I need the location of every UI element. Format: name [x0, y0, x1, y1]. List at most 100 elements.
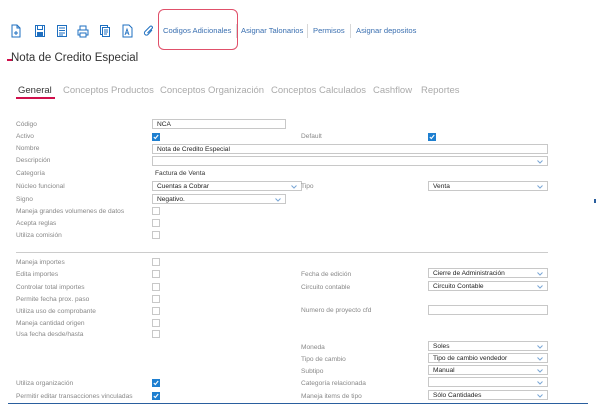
signo-select[interactable]: Negativo.: [152, 194, 286, 204]
acepta-reglas-label: Acepta reglas: [16, 220, 57, 227]
categoria-label: Categoría: [16, 170, 45, 177]
subtipo-value: Manual: [433, 367, 455, 374]
maneja-importes-label: Maneja importes: [16, 259, 65, 266]
circuito-select[interactable]: Circuito Contable: [428, 281, 548, 291]
permitir-editar-label: Permitir editar transacciones vinculadas: [16, 393, 133, 400]
attach-icon[interactable]: [143, 24, 155, 38]
nombre-label: Nombre: [16, 145, 40, 152]
acepta-reglas-checkbox[interactable]: [152, 219, 160, 227]
toolbar-divider: [236, 24, 237, 38]
maneja-importes-checkbox[interactable]: [152, 258, 160, 266]
chevron-down-icon: [537, 357, 543, 361]
chevron-down-icon: [291, 185, 297, 189]
codigo-label: Código: [16, 121, 37, 128]
tab-conceptos-organizacion[interactable]: Conceptos Organización: [160, 85, 264, 96]
asignar-talonarios-link[interactable]: Asignar Talonarios: [241, 26, 303, 35]
new-doc-icon[interactable]: [10, 24, 22, 38]
controlar-total-label: Controlar total importes: [16, 284, 85, 291]
permitir-editar-checkbox[interactable]: [152, 392, 160, 400]
nucleo-select[interactable]: Cuentas a Cobrar: [152, 181, 302, 191]
tipo-cambio-label: Tipo de cambio: [301, 356, 346, 363]
page-title: Nota de Credito Especial: [11, 52, 139, 64]
chevron-down-icon: [537, 394, 543, 398]
chevron-down-icon: [537, 369, 543, 373]
maneja-grandes-checkbox[interactable]: [152, 207, 160, 215]
activo-label: Activo: [16, 133, 34, 140]
maneja-cantidad-checkbox[interactable]: [152, 319, 160, 327]
chevron-down-icon: [537, 272, 543, 276]
fecha-edicion-select[interactable]: Cierre de Administración: [428, 268, 548, 278]
save-icon[interactable]: [34, 24, 46, 38]
default-label: Default: [301, 133, 322, 140]
usa-fecha-checkbox[interactable]: [152, 330, 160, 338]
tipo-select[interactable]: Venta: [428, 181, 548, 191]
copy-icon[interactable]: [99, 24, 111, 38]
utiliza-comision-checkbox[interactable]: [152, 231, 160, 239]
categoria-rel-select[interactable]: [428, 377, 548, 387]
codigo-input[interactable]: NCA: [152, 119, 286, 129]
nombre-input[interactable]: Nota de Credito Especial: [152, 144, 548, 154]
utiliza-comision-label: Utiliza comisión: [16, 232, 62, 239]
permite-fecha-label: Permite fecha prox. paso: [16, 296, 90, 303]
numero-proyecto-input[interactable]: [428, 305, 548, 315]
tab-reportes[interactable]: Reportes: [421, 85, 460, 96]
subtipo-select[interactable]: Manual: [428, 365, 548, 375]
signo-label: Signo: [16, 196, 33, 203]
section-divider: [16, 252, 548, 253]
tipo-value: Venta: [433, 183, 450, 190]
chevron-down-icon: [275, 198, 281, 202]
utiliza-org-checkbox[interactable]: [152, 379, 160, 387]
fecha-edicion-label: Fecha de edición: [301, 271, 352, 278]
utiliza-uso-label: Utiliza uso de comprobante: [16, 308, 96, 315]
permite-fecha-checkbox[interactable]: [152, 295, 160, 303]
utiliza-uso-checkbox[interactable]: [152, 307, 160, 315]
moneda-label: Moneda: [301, 344, 325, 351]
tab-cashflow[interactable]: Cashflow: [373, 85, 412, 96]
font-icon[interactable]: [121, 24, 133, 38]
maneja-items-label: Maneja items de tipo: [301, 393, 362, 400]
categoria-value: Factura de Venta: [155, 170, 206, 177]
maneja-cantidad-label: Maneja cantidad origen: [16, 320, 85, 327]
default-checkbox[interactable]: [428, 133, 436, 141]
chevron-down-icon: [537, 185, 543, 189]
chevron-down-icon: [537, 160, 543, 164]
moneda-value: Soles: [433, 343, 450, 350]
signo-value: Negativo.: [157, 196, 185, 203]
controlar-total-checkbox[interactable]: [152, 283, 160, 291]
bottom-edge-line: [8, 403, 588, 404]
tipo-cambio-value: Tipo de cambio vendedor: [433, 355, 508, 362]
maneja-items-value: Sólo Cantidades: [433, 392, 482, 399]
print-icon[interactable]: [77, 24, 89, 38]
circuito-value: Circuito Contable: [433, 283, 484, 290]
permisos-link[interactable]: Permisos: [313, 26, 345, 35]
tab-conceptos-calculados[interactable]: Conceptos Calculados: [271, 85, 366, 96]
toolbar-divider: [350, 24, 351, 38]
tipo-cambio-select[interactable]: Tipo de cambio vendedor: [428, 353, 548, 363]
chevron-down-icon: [537, 345, 543, 349]
tab-general[interactable]: General: [18, 85, 52, 96]
descripcion-label: Descripción: [16, 157, 51, 164]
activo-checkbox[interactable]: [152, 133, 160, 141]
fecha-edicion-value: Cierre de Administración: [433, 270, 505, 277]
active-tab-indicator: [16, 97, 55, 99]
chevron-down-icon: [537, 381, 543, 385]
edita-importes-checkbox[interactable]: [152, 270, 160, 278]
subtipo-label: Subtipo: [301, 368, 324, 375]
numero-proyecto-label: Numero de proyecto cfd: [301, 307, 372, 314]
nucleo-label: Núcleo funcional: [16, 183, 65, 190]
list-icon[interactable]: [56, 24, 68, 38]
asignar-depositos-link[interactable]: Asignar depositos: [356, 26, 416, 35]
nucleo-value: Cuentas a Cobrar: [157, 183, 210, 190]
categoria-rel-label: Categoría relacionada: [301, 380, 366, 387]
edita-importes-label: Edita importes: [16, 271, 59, 278]
tab-conceptos-productos[interactable]: Conceptos Productos: [63, 85, 154, 96]
circuito-label: Circuito contable: [301, 284, 351, 291]
maneja-grandes-label: Maneja grandes volumenes de datos: [16, 208, 125, 215]
descripcion-select[interactable]: [152, 156, 548, 166]
codigos-adicionales-link[interactable]: Codigos Adicionales: [163, 26, 231, 35]
moneda-select[interactable]: Soles: [428, 341, 548, 351]
tipo-label: Tipo: [301, 183, 314, 190]
usa-fecha-label: Usa fecha desde/hasta: [16, 331, 84, 338]
maneja-items-select[interactable]: Sólo Cantidades: [428, 390, 548, 400]
toolbar-divider: [307, 24, 308, 38]
